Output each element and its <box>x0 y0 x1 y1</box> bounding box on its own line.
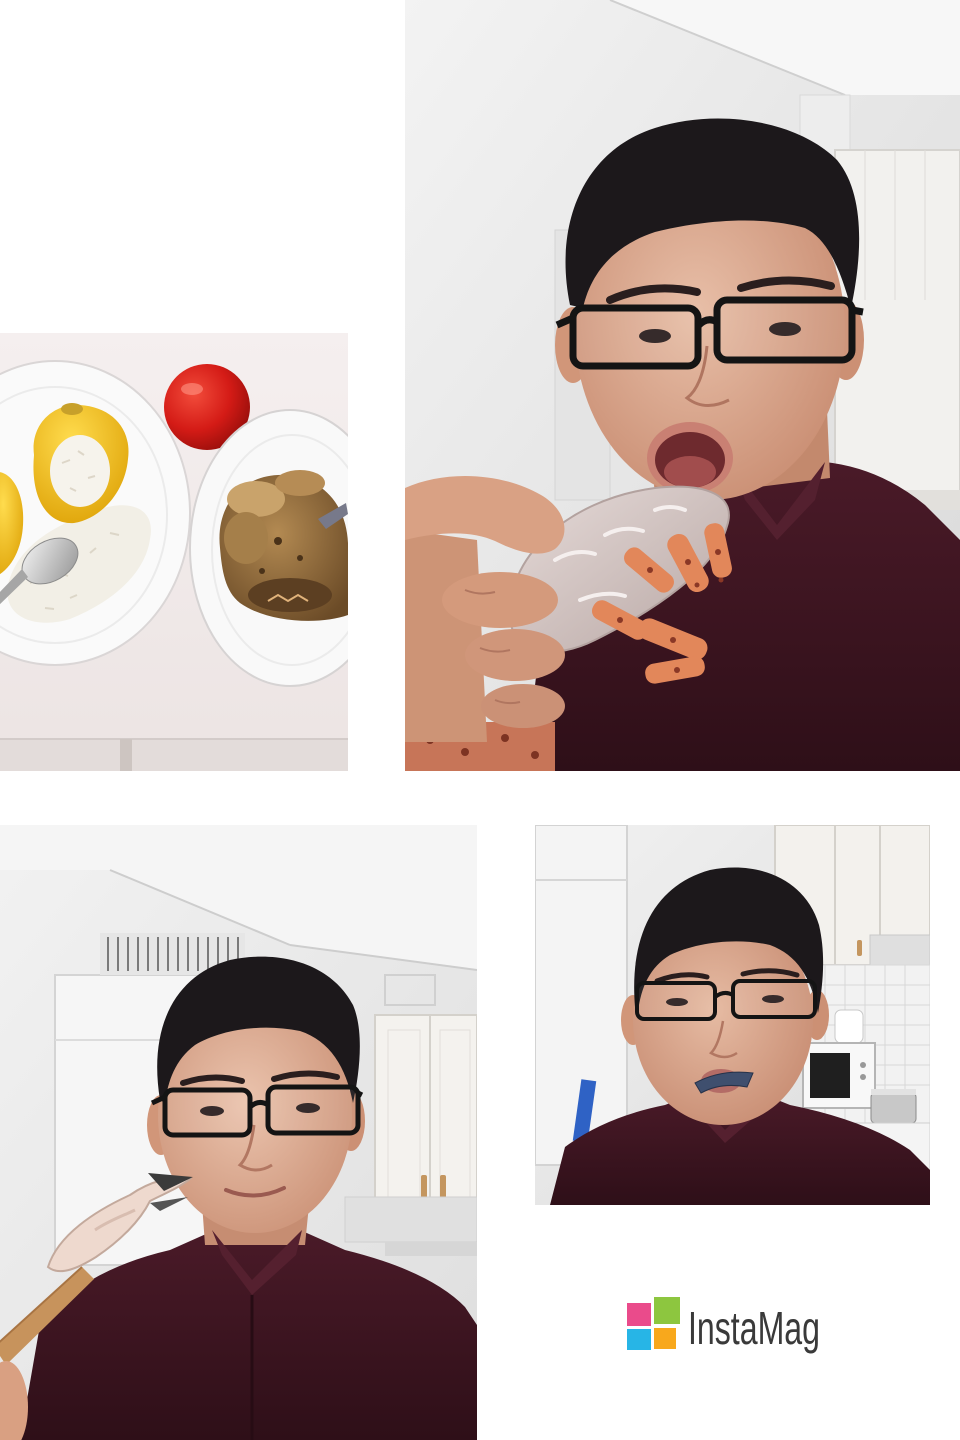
logo-square-pink <box>627 1303 651 1326</box>
instamag-logo-icon <box>627 1297 680 1350</box>
instamag-logo-text: InstaMag <box>688 1302 820 1354</box>
logo-square-green <box>654 1297 680 1324</box>
cooking-pot <box>870 1089 917 1124</box>
photo-food-plates <box>0 333 348 771</box>
kettle <box>834 1009 864 1044</box>
instamag-logo: InstaMag <box>625 1292 825 1354</box>
logo-square-orange <box>654 1328 676 1349</box>
open-mouth <box>647 422 733 494</box>
photo-man-claw-in-mouth <box>535 825 930 1205</box>
hand <box>405 475 565 742</box>
logo-square-blue <box>627 1329 651 1350</box>
photo-man-eating-crab <box>405 0 960 771</box>
photo-collage: InstaMag <box>0 0 960 1440</box>
table-edge <box>0 738 348 771</box>
range-hood <box>869 934 930 966</box>
photo-man-crab-claw <box>0 825 477 1440</box>
microwave <box>802 1042 876 1109</box>
